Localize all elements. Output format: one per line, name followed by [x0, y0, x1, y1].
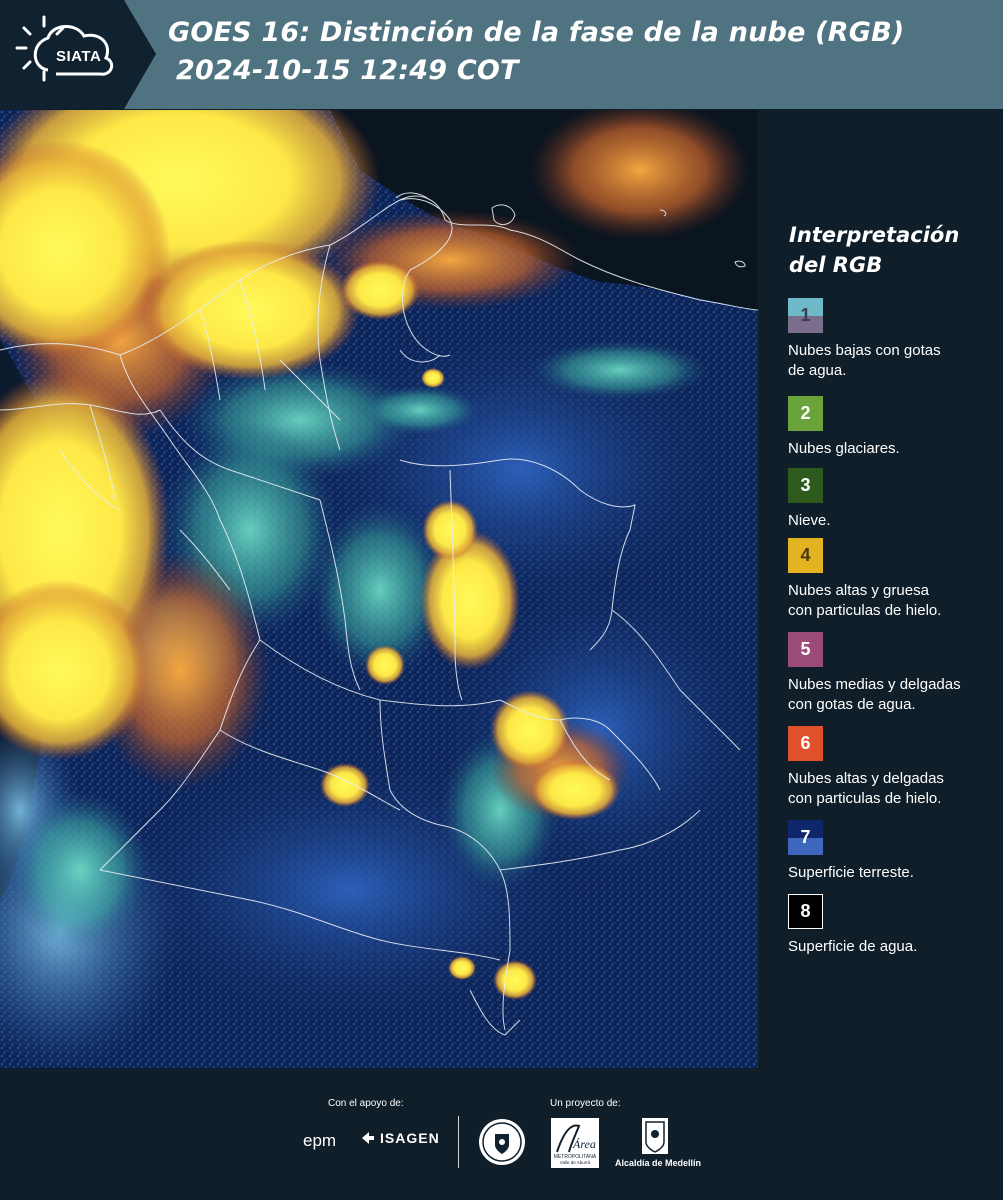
legend-title-line-1: Interpretación [789, 223, 960, 247]
legend-label-4: Nubes altas y gruesa con particulas de h… [788, 581, 1003, 621]
footer: Con el apoyo de: Un proyecto de: epm ISA… [0, 1068, 1003, 1200]
legend-label-5-line-1: Nubes medias y delgadas [788, 676, 961, 693]
legend-swatch-1: 1 [788, 298, 823, 333]
legend-number-1: 1 [800, 305, 811, 325]
satellite-map [0, 110, 758, 1068]
legend-swatch-5: 5 [788, 632, 823, 667]
title-line-2: 2024-10-15 12:49 COT [176, 55, 519, 86]
legend-swatch-6: 6 [788, 726, 823, 761]
legend-label-1: Nubes bajas con gotas de agua. [788, 341, 1003, 381]
legend-item-2: 2 Nubes glaciares. [788, 396, 1003, 459]
isagen-mark-icon [362, 1132, 374, 1144]
epm-logo: epm [303, 1131, 337, 1150]
legend-number-8: 8 [800, 901, 811, 921]
legend-swatch-4: 4 [788, 538, 823, 573]
legend-number-7: 7 [800, 827, 811, 847]
legend-label-7: Superficie terreste. [788, 863, 1003, 883]
alcaldia-logo: Alcaldía de Medellín [612, 1116, 704, 1172]
area-sub2-text: Valle de Aburrá [560, 1160, 591, 1165]
legend-label-5: Nubes medias y delgadas con gotas de agu… [788, 675, 1003, 715]
legend-label-2-line-1: Nubes glaciares. [788, 440, 900, 457]
legend-number-2: 2 [800, 403, 811, 423]
legend-panel: Interpretación del RGB 1 Nubes bajas con… [759, 110, 1003, 1068]
header-bar: SIATA GOES 16: Distinción de la fase de … [0, 0, 1003, 109]
legend-item-3: 3 Nieve. [788, 468, 1003, 531]
legend-swatch-3: 3 [788, 468, 823, 503]
legend-label-8: Superficie de agua. [788, 937, 1003, 957]
university-seal-icon [479, 1119, 525, 1165]
siata-logo-text: SIATA [56, 48, 102, 65]
area-metropolitana-logo: Área METROPOLITANA Valle de Aburrá [551, 1118, 599, 1168]
legend-label-7-line-1: Superficie terreste. [788, 864, 914, 881]
project-label: Un proyecto de: [550, 1098, 621, 1109]
support-label: Con el apoyo de: [328, 1098, 404, 1109]
legend-swatch-7: 7 [788, 820, 823, 855]
legend-title: Interpretación del RGB [789, 220, 959, 280]
satellite-rgb-map-icon [0, 110, 758, 1068]
legend-label-1-line-2: de agua. [788, 362, 847, 379]
siata-logo: SIATA [0, 0, 156, 109]
legend-label-3: Nieve. [788, 511, 1003, 531]
area-metropolitana-icon: Área METROPOLITANA Valle de Aburrá [551, 1118, 599, 1168]
area-text: Área [572, 1137, 596, 1151]
alcaldia-text: Alcaldía de Medellín [614, 1158, 702, 1168]
legend-swatch-8: 8 [788, 894, 823, 929]
title-line-1: GOES 16: Distinción de la fase de la nub… [168, 17, 905, 48]
legend-label-8-line-1: Superficie de agua. [788, 938, 918, 955]
legend-label-4-line-2: con particulas de hielo. [788, 602, 942, 619]
legend-label-4-line-1: Nubes altas y gruesa [788, 582, 929, 599]
legend-swatch-2: 2 [788, 396, 823, 431]
isagen-logo-text: ISAGEN [380, 1130, 440, 1146]
legend-item-8: 8 Superficie de agua. [788, 894, 1003, 957]
legend-label-5-line-2: con gotas de agua. [788, 696, 916, 713]
legend-number-6: 6 [800, 733, 811, 753]
legend-label-6-line-1: Nubes altas y delgadas [788, 770, 944, 787]
legend-item-5: 5 Nubes medias y delgadas con gotas de a… [788, 632, 1003, 715]
legend-item-7: 7 Superficie terreste. [788, 820, 1003, 883]
legend-item-6: 6 Nubes altas y delgadas con particulas … [788, 726, 1003, 809]
footer-divider [458, 1116, 459, 1168]
legend-label-3-line-1: Nieve. [788, 512, 831, 529]
legend-label-2: Nubes glaciares. [788, 439, 1003, 459]
page-title: GOES 16: Distinción de la fase de la nub… [168, 14, 904, 90]
legend-number-4: 4 [800, 545, 811, 565]
legend-number-3: 3 [800, 475, 811, 495]
legend-item-4: 4 Nubes altas y gruesa con particulas de… [788, 538, 1003, 621]
legend-number-5: 5 [800, 639, 811, 659]
legend-item-1: 1 Nubes bajas con gotas de agua. [788, 298, 1003, 381]
legend-label-1-line-1: Nubes bajas con gotas [788, 342, 941, 359]
legend-label-6: Nubes altas y delgadas con particulas de… [788, 769, 1003, 809]
legend-label-6-line-2: con particulas de hielo. [788, 790, 942, 807]
alcaldia-shield-icon [642, 1118, 668, 1154]
isagen-logo: ISAGEN [360, 1130, 440, 1146]
legend-title-line-2: del RGB [789, 253, 883, 277]
